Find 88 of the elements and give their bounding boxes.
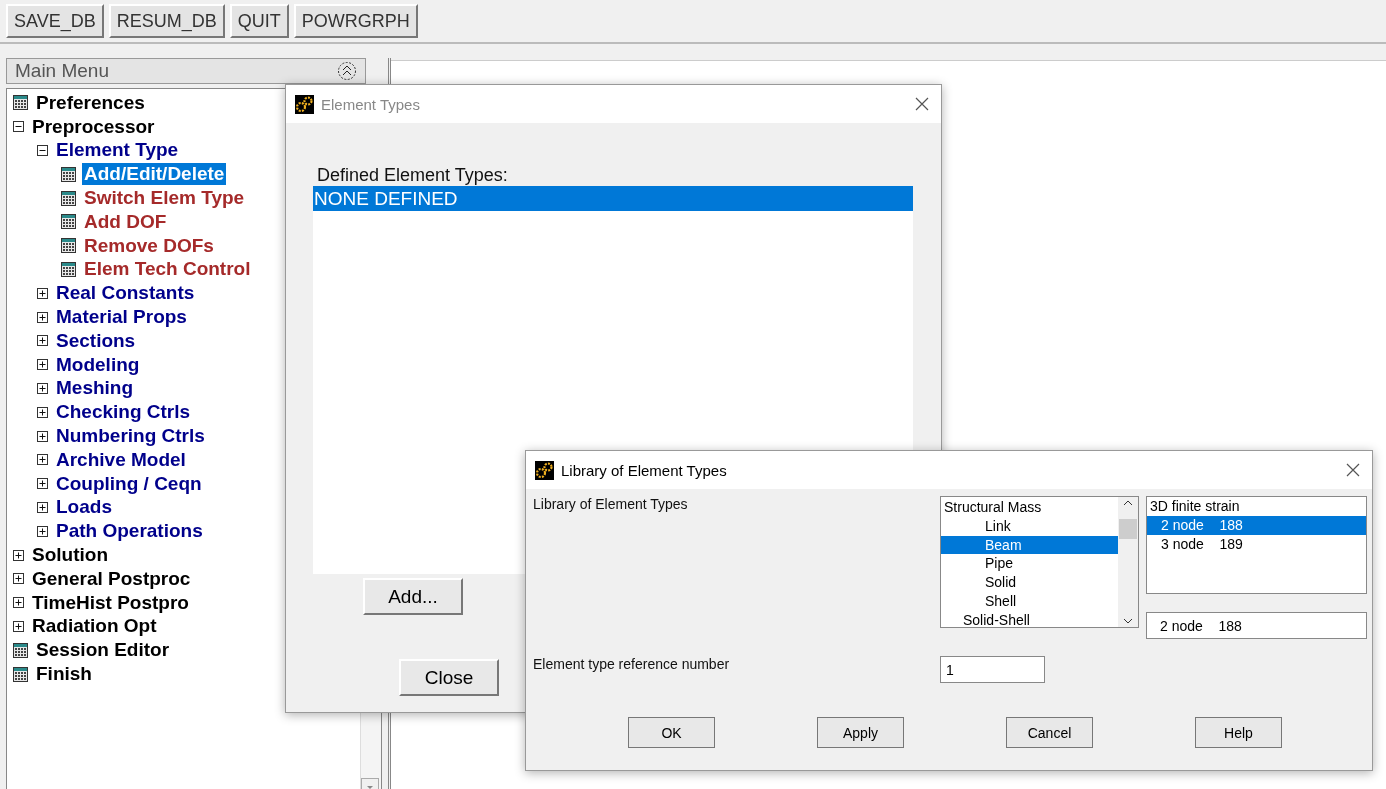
expand-icon[interactable] — [13, 597, 24, 609]
selected-type-field[interactable]: 2 node 188 — [1146, 612, 1367, 639]
menu-item[interactable]: Loads — [54, 496, 114, 519]
dialog-button[interactable]: Apply — [817, 717, 904, 748]
menu-item[interactable]: Element Type — [54, 139, 181, 162]
close-icon[interactable] — [915, 97, 929, 111]
calculator-icon — [61, 190, 76, 206]
scrollbar[interactable] — [1118, 497, 1138, 627]
menu-item[interactable]: Radiation Opt — [30, 615, 159, 638]
scroll-thumb[interactable] — [1119, 519, 1137, 539]
dialog-title: Element Types — [321, 95, 421, 113]
menu-item[interactable]: Numbering Ctrls — [54, 425, 207, 448]
expand-icon[interactable] — [37, 430, 48, 442]
list-item[interactable]: 3 node 189 — [1147, 534, 1366, 554]
calculator-icon — [61, 214, 76, 230]
list-item[interactable]: Pipe — [941, 554, 1118, 574]
menu-item[interactable]: Preferences — [34, 91, 147, 114]
expand-icon[interactable] — [37, 501, 48, 513]
list-item[interactable]: NONE DEFINED — [313, 186, 913, 211]
dialog-button[interactable]: Add... — [363, 578, 463, 615]
expand-icon[interactable] — [37, 525, 48, 537]
dialog-button[interactable]: Cancel — [1006, 717, 1093, 748]
menu-title: Main Menu — [15, 60, 109, 82]
list-item[interactable]: Solid — [941, 573, 1118, 592]
expand-icon[interactable] — [37, 359, 48, 371]
dialog-button[interactable]: OK — [628, 717, 715, 748]
menu-item[interactable]: Real Constants — [54, 282, 197, 305]
dialog-button[interactable]: Close — [399, 659, 499, 696]
expand-icon[interactable] — [37, 311, 48, 323]
calculator-icon — [61, 166, 76, 182]
expand-icon[interactable] — [37, 406, 48, 418]
calculator-icon — [13, 666, 28, 682]
menu-item[interactable]: Elem Tech Control — [82, 258, 253, 281]
list-label: Defined Element Types: — [316, 165, 509, 186]
list-item[interactable]: 3D finite strain — [1147, 497, 1366, 516]
menu-item[interactable]: Switch Elem Type — [82, 187, 247, 210]
expand-icon[interactable] — [37, 382, 48, 394]
collapse-icon[interactable] — [37, 145, 48, 156]
menu-item[interactable]: Material Props — [54, 306, 189, 329]
expand-icon[interactable] — [37, 478, 48, 490]
expand-icon[interactable] — [37, 335, 48, 347]
menu-item[interactable]: Preprocessor — [30, 115, 157, 138]
reference-label: Element type reference number — [533, 656, 731, 674]
list-item[interactable]: Structural Mass — [941, 498, 1118, 517]
close-icon[interactable] — [1346, 463, 1360, 477]
expand-icon[interactable] — [37, 454, 48, 466]
expand-icon[interactable] — [13, 620, 24, 632]
scroll-up-icon[interactable] — [1123, 499, 1133, 507]
toolbar-button[interactable]: SAVE_DB — [6, 4, 104, 38]
menu-item[interactable]: Sections — [54, 329, 138, 352]
list-item[interactable]: Link — [941, 516, 1118, 536]
list-item[interactable]: Beam — [941, 535, 1118, 555]
menu-item[interactable]: Add/Edit/Delete — [82, 163, 227, 186]
expand-icon[interactable] — [13, 549, 24, 561]
menu-item[interactable]: Modeling — [54, 353, 142, 376]
menu-item[interactable]: Coupling / Ceqn — [54, 472, 204, 495]
library-label: Library of Element Types — [533, 496, 689, 514]
calculator-icon — [61, 261, 76, 277]
expand-icon[interactable] — [13, 573, 24, 585]
menu-item[interactable]: Archive Model — [54, 448, 188, 471]
menu-item[interactable]: General Postproc — [30, 567, 193, 590]
menu-item[interactable]: Meshing — [54, 377, 136, 400]
menu-item[interactable]: Finish — [34, 663, 94, 685]
toolbar-button[interactable]: QUIT — [229, 4, 289, 38]
menu-item[interactable]: Checking Ctrls — [54, 401, 193, 424]
list-item[interactable]: 2 node 188 — [1147, 515, 1366, 535]
calculator-icon — [61, 238, 76, 254]
dialog-button[interactable]: Help — [1195, 717, 1282, 748]
menu-item[interactable]: Path Operations — [54, 520, 205, 543]
menu-item[interactable]: TimeHist Postpro — [30, 591, 191, 614]
collapse-icon[interactable] — [13, 121, 24, 133]
menu-item[interactable]: Remove DOFs — [82, 234, 216, 257]
menu-item[interactable]: Session Editor — [34, 639, 172, 662]
menu-item[interactable]: Solution — [30, 544, 110, 567]
scroll-down-icon[interactable] — [1123, 617, 1133, 625]
expand-icon[interactable] — [37, 287, 48, 299]
menu-item[interactable]: Add DOF — [82, 210, 169, 233]
toolbar-button[interactable]: RESUM_DB — [108, 4, 225, 38]
list-item[interactable]: Solid-Shell — [941, 610, 1118, 630]
list-item[interactable]: Shell — [941, 592, 1118, 611]
collapse-up-icon[interactable] — [337, 61, 357, 81]
calculator-icon — [13, 642, 28, 658]
gears-icon — [295, 94, 314, 114]
calculator-icon — [13, 95, 28, 111]
dialog-title: Library of Element Types — [561, 461, 728, 479]
toolbar-button[interactable]: POWRGRPH — [293, 4, 418, 38]
reference-number-field[interactable]: 1 — [940, 656, 1045, 683]
gears-icon — [535, 460, 554, 480]
